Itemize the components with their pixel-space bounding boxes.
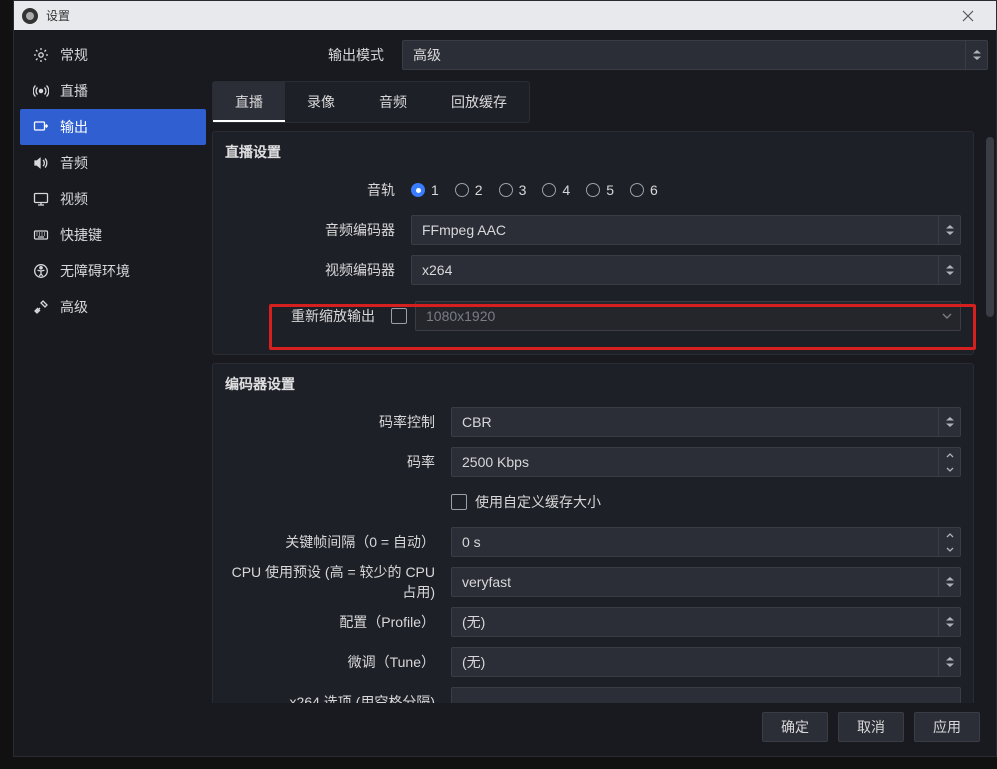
sidebar-item-label: 快捷键 <box>60 225 102 245</box>
settings-window: 设置 常规 直播 输出 音频 视频 <box>13 0 997 757</box>
tools-icon <box>32 298 50 316</box>
sidebar-item-label: 无障碍环境 <box>60 261 130 281</box>
output-mode-value: 高级 <box>413 45 441 65</box>
x264-opts-label: x264 选项 (用空格分隔) <box>225 692 443 703</box>
tab-stream[interactable]: 直播 <box>213 82 285 122</box>
titlebar[interactable]: 设置 <box>14 1 996 30</box>
sidebar-item-label: 直播 <box>60 81 88 101</box>
output-mode-label: 输出模式 <box>212 45 394 65</box>
keyframe-down[interactable] <box>939 542 960 556</box>
encoder-settings-panel: 编码器设置 码率控制 CBR 码率 2500 Kbps 使用自定义缓存大小 <box>212 363 974 703</box>
custom-buffer-checkbox[interactable] <box>451 494 467 510</box>
sidebar-item-label: 常规 <box>60 45 88 65</box>
audio-encoder-select[interactable]: FFmpeg AAC <box>411 215 961 245</box>
output-mode-select[interactable]: 高级 <box>402 40 988 70</box>
sidebar-item-hotkeys[interactable]: 快捷键 <box>20 217 206 253</box>
rescale-checkbox[interactable] <box>391 308 407 324</box>
tab-replay-buffer[interactable]: 回放缓存 <box>429 82 529 122</box>
profile-select[interactable]: (无) <box>451 607 961 637</box>
custom-buffer-label: 使用自定义缓存大小 <box>475 492 601 512</box>
sidebar-item-audio[interactable]: 音频 <box>20 145 206 181</box>
main-content: 输出模式 高级 直播 录像 音频 回放缓存 直播设置 <box>212 35 996 751</box>
rate-control-label: 码率控制 <box>225 412 443 432</box>
audio-track-2[interactable]: 2 <box>455 182 483 198</box>
audio-track-3[interactable]: 3 <box>499 182 527 198</box>
sidebar-item-label: 视频 <box>60 189 88 209</box>
audio-track-6[interactable]: 6 <box>630 182 658 198</box>
cancel-button[interactable]: 取消 <box>838 712 904 742</box>
monitor-icon <box>32 190 50 208</box>
encoder-settings-title: 编码器设置 <box>225 374 961 394</box>
scrollbar[interactable] <box>986 137 994 643</box>
profile-label: 配置（Profile） <box>225 612 443 632</box>
audio-track-1[interactable]: 1 <box>411 182 439 198</box>
sidebar-item-label: 输出 <box>60 117 88 137</box>
keyframe-label: 关键帧间隔（0 = 自动） <box>225 532 443 552</box>
audio-encoder-label: 音频编码器 <box>225 220 403 240</box>
audio-track-label: 音轨 <box>225 180 403 200</box>
speaker-icon <box>32 154 50 172</box>
ok-button[interactable]: 确定 <box>762 712 828 742</box>
output-icon <box>32 118 50 136</box>
close-button[interactable] <box>948 1 988 30</box>
sidebar: 常规 直播 输出 音频 视频 快捷键 <box>20 35 206 751</box>
sidebar-item-label: 高级 <box>60 297 88 317</box>
output-mode-row: 输出模式 高级 <box>212 35 996 75</box>
x264-opts-input[interactable] <box>451 687 961 703</box>
video-encoder-select[interactable]: x264 <box>411 255 961 285</box>
sidebar-item-advanced[interactable]: 高级 <box>20 289 206 325</box>
bitrate-down[interactable] <box>939 462 960 476</box>
audio-track-4[interactable]: 4 <box>542 182 570 198</box>
stream-settings-title: 直播设置 <box>225 142 961 162</box>
stream-settings-panel: 直播设置 音轨 1 2 3 4 5 6 <box>212 131 974 355</box>
cpu-preset-label: CPU 使用预设 (高 = 较少的 CPU占用) <box>225 562 443 602</box>
video-encoder-label: 视频编码器 <box>225 260 403 280</box>
apply-button[interactable]: 应用 <box>914 712 980 742</box>
app-icon <box>22 8 38 24</box>
scrollbar-thumb[interactable] <box>986 137 994 317</box>
keyframe-spinner[interactable]: 0 s <box>451 527 961 557</box>
sidebar-item-stream[interactable]: 直播 <box>20 73 206 109</box>
audio-track-5[interactable]: 5 <box>586 182 614 198</box>
sidebar-item-general[interactable]: 常规 <box>20 37 206 73</box>
antenna-icon <box>32 82 50 100</box>
keyboard-icon <box>32 226 50 244</box>
output-tabs: 直播 录像 音频 回放缓存 <box>212 81 530 123</box>
sidebar-item-label: 音频 <box>60 153 88 173</box>
accessibility-icon <box>32 262 50 280</box>
bitrate-label: 码率 <box>225 452 443 472</box>
bitrate-spinner[interactable]: 2500 Kbps <box>451 447 961 477</box>
tab-record[interactable]: 录像 <box>285 82 357 122</box>
tune-label: 微调（Tune） <box>225 652 443 672</box>
sidebar-item-video[interactable]: 视频 <box>20 181 206 217</box>
sidebar-item-accessibility[interactable]: 无障碍环境 <box>20 253 206 289</box>
rescale-resolution-select[interactable]: 1080x1920 <box>415 301 961 331</box>
bitrate-up[interactable] <box>939 448 960 462</box>
cpu-preset-select[interactable]: veryfast <box>451 567 961 597</box>
footer-buttons: 确定 取消 应用 <box>212 703 996 751</box>
tab-audio[interactable]: 音频 <box>357 82 429 122</box>
sidebar-item-output[interactable]: 输出 <box>20 109 206 145</box>
background-taskbar <box>0 757 997 769</box>
keyframe-up[interactable] <box>939 528 960 542</box>
window-title: 设置 <box>46 7 70 24</box>
rate-control-select[interactable]: CBR <box>451 407 961 437</box>
tune-select[interactable]: (无) <box>451 647 961 677</box>
audio-track-radios: 1 2 3 4 5 6 <box>411 182 961 198</box>
rescale-label: 重新缩放输出 <box>225 306 383 326</box>
gear-icon <box>32 46 50 64</box>
background-strut-left <box>0 0 13 769</box>
